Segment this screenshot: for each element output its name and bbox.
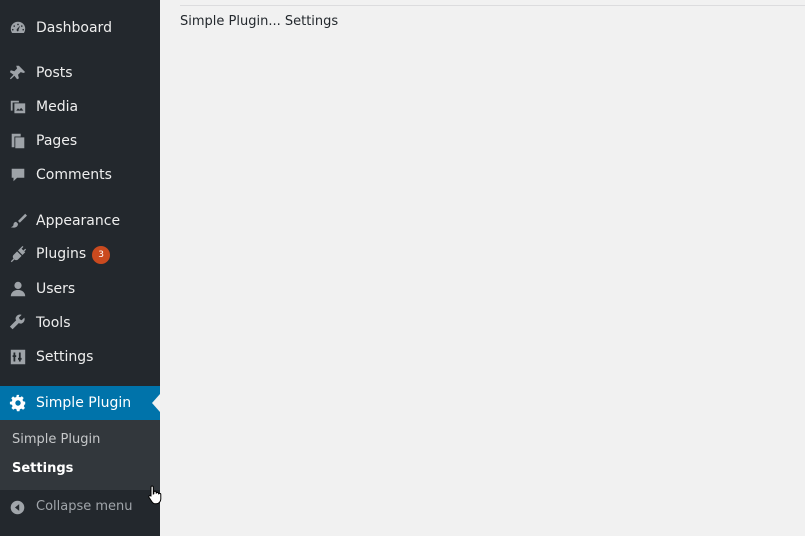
divider xyxy=(180,5,805,6)
sidebar-item-dashboard[interactable]: Dashboard xyxy=(0,11,160,45)
sidebar-item-label: Users xyxy=(36,281,76,297)
comment-icon xyxy=(9,166,27,184)
collapse-menu-label: Collapse menu xyxy=(36,499,133,514)
sidebar-item-label: Tools xyxy=(36,315,71,331)
media-icon xyxy=(9,98,27,116)
submenu: Simple Plugin Settings xyxy=(0,420,160,490)
sidebar-item-label: Settings xyxy=(36,349,94,365)
submenu-item-settings[interactable]: Settings xyxy=(12,461,73,476)
user-icon xyxy=(9,280,27,298)
admin-sidebar: Dashboard Posts Media Pages Comments App… xyxy=(0,0,160,536)
sidebar-item-plugins[interactable]: Plugins 3 xyxy=(0,238,160,272)
plug-icon xyxy=(9,246,27,264)
wrench-icon xyxy=(9,314,27,332)
dashboard-icon xyxy=(9,19,27,37)
sidebar-item-pages[interactable]: Pages xyxy=(0,124,160,158)
sidebar-item-users[interactable]: Users xyxy=(0,272,160,306)
sidebar-item-label: Dashboard xyxy=(36,20,112,36)
sidebar-item-label: Comments xyxy=(36,167,112,183)
sidebar-item-posts[interactable]: Posts xyxy=(0,56,160,90)
gear-icon xyxy=(9,394,27,412)
sidebar-item-media[interactable]: Media xyxy=(0,90,160,124)
collapse-menu-button[interactable]: Collapse menu xyxy=(0,492,160,522)
sidebar-item-simple-plugin[interactable]: Simple Plugin xyxy=(0,386,160,420)
sidebar-item-tools[interactable]: Tools xyxy=(0,306,160,340)
pages-icon xyxy=(9,132,27,150)
pushpin-icon xyxy=(9,64,27,82)
sidebar-item-label: Pages xyxy=(36,133,78,149)
sidebar-item-settings[interactable]: Settings xyxy=(0,340,160,374)
sidebar-item-label: Plugins xyxy=(36,246,87,262)
update-count-badge: 3 xyxy=(92,246,111,264)
sidebar-item-label: Media xyxy=(36,99,79,115)
sidebar-item-label: Appearance xyxy=(36,213,121,229)
sliders-icon xyxy=(9,348,27,366)
sidebar-item-appearance[interactable]: Appearance xyxy=(0,204,160,238)
sidebar-item-comments[interactable]: Comments xyxy=(0,158,160,192)
hand-pointer-cursor-icon xyxy=(147,485,163,505)
collapse-arrow-icon xyxy=(9,499,26,516)
submenu-item-simple-plugin[interactable]: Simple Plugin xyxy=(12,432,100,447)
main-content: Simple Plugin... Settings xyxy=(160,0,805,536)
current-menu-arrow xyxy=(152,394,160,412)
page-content-text: Simple Plugin... Settings xyxy=(180,14,339,29)
sidebar-item-label: Posts xyxy=(36,65,73,81)
sidebar-item-label: Simple Plugin xyxy=(36,395,132,411)
paintbrush-icon xyxy=(9,212,27,230)
